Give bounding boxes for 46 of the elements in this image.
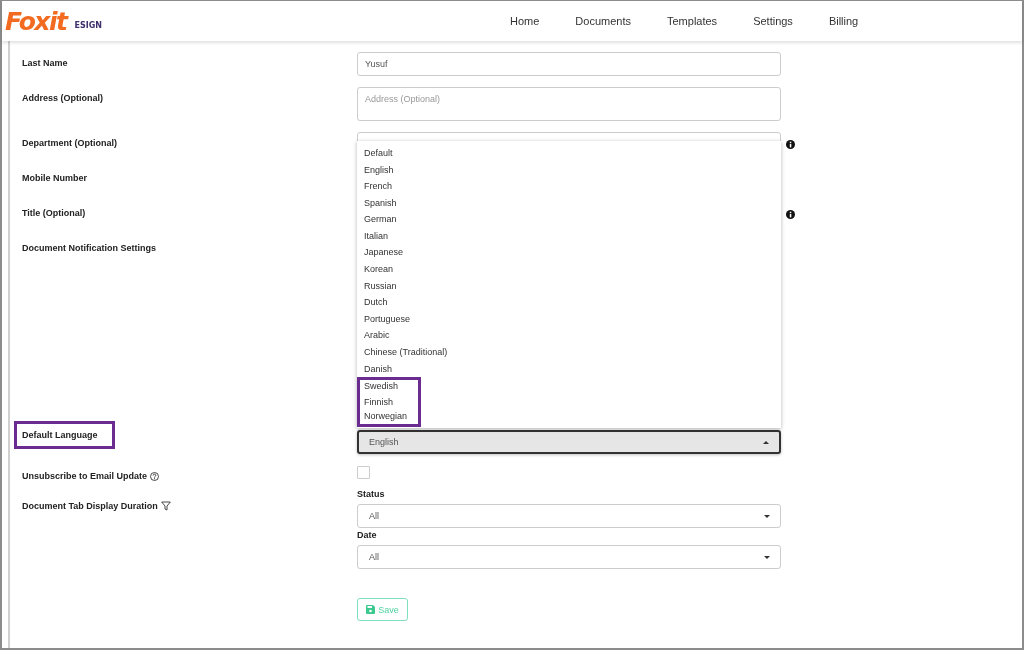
nav-link[interactable]: Templates <box>667 15 718 27</box>
filter-icon <box>160 501 171 511</box>
language-option[interactable]: Portuguese <box>357 310 781 328</box>
filter-select[interactable]: All <box>357 504 781 528</box>
text-area[interactable]: Address (Optional) <box>357 87 781 121</box>
language-option[interactable]: German <box>357 211 781 228</box>
caret-down-icon <box>764 514 770 518</box>
language-option[interactable]: Norwegian <box>357 410 421 427</box>
language-option[interactable]: Default <box>357 144 781 162</box>
nav-link[interactable]: Settings <box>753 15 793 27</box>
language-option[interactable]: Dutch <box>357 294 781 311</box>
language-option[interactable]: Danish <box>357 360 781 378</box>
language-option[interactable]: Finnish <box>357 393 421 411</box>
language-select[interactable]: English <box>357 430 781 454</box>
nav-link[interactable]: Home <box>510 15 540 27</box>
filter-label: Date <box>357 530 378 540</box>
field-label: Last Name <box>22 58 68 68</box>
nav-link[interactable]: Documents <box>575 15 631 27</box>
checkbox[interactable] <box>357 466 370 479</box>
language-option[interactable]: Russian <box>357 277 781 295</box>
language-option[interactable]: Chinese (Traditional) <box>357 344 781 361</box>
language-option[interactable]: French <box>357 178 781 195</box>
help-icon <box>150 471 160 481</box>
field-label: Title (Optional) <box>22 208 86 218</box>
language-option[interactable]: Japanese <box>357 244 781 262</box>
filter-label: Status <box>357 489 386 499</box>
field-label: Document Notification Settings <box>22 243 156 253</box>
language-option[interactable]: Korean <box>357 261 781 278</box>
language-option[interactable]: Arabic <box>357 327 781 345</box>
nav-link[interactable]: Billing <box>828 15 859 27</box>
language-option[interactable]: Spanish <box>357 194 781 212</box>
caret-up-icon <box>763 440 769 444</box>
field-label: Document Tab Display Duration <box>22 501 158 511</box>
language-option[interactable]: Italian <box>357 227 781 245</box>
field-label: Address (Optional) <box>22 93 103 103</box>
save-icon <box>366 605 376 614</box>
language-option[interactable]: English <box>357 161 781 179</box>
language-option[interactable]: Swedish <box>357 377 421 394</box>
field-label: Unsubscribe to Email Update <box>22 471 148 481</box>
logo-suffix: ESIGN <box>74 20 102 32</box>
filter-select[interactable]: All <box>357 545 781 569</box>
caret-down-icon <box>764 555 770 559</box>
field-label: Default Language <box>22 430 98 440</box>
field-label: Department (Optional) <box>22 138 117 148</box>
text-field[interactable]: Yusuf <box>357 52 781 76</box>
field-label: Mobile Number <box>22 173 87 183</box>
